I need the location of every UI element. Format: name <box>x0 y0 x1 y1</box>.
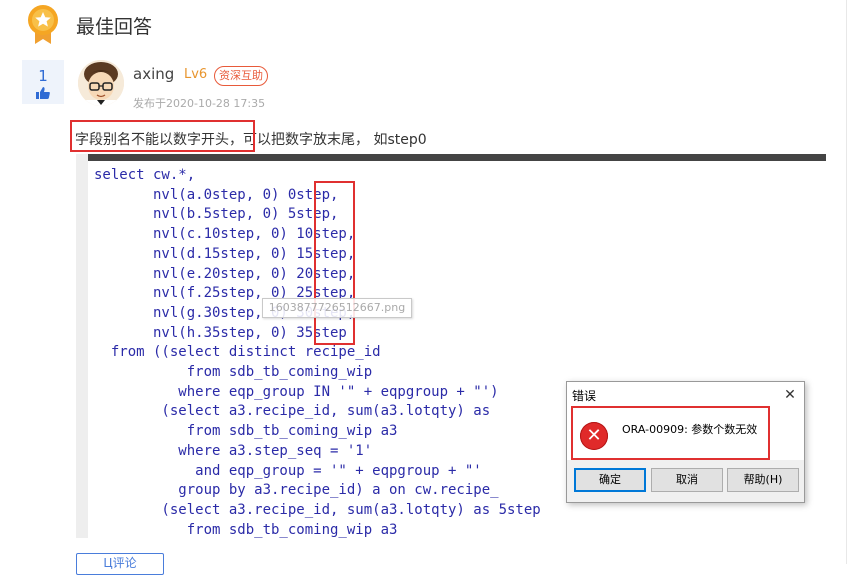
upvote-button[interactable]: 1 <box>22 60 64 104</box>
error-dialog: 错误 ✕ ✕ ORA-00909: 参数个数无效 确定 取消 帮助(H) <box>566 381 805 503</box>
code-line: where eqp_group IN '" + eqpgroup + "') <box>94 383 499 400</box>
code-line: from ((select distinct recipe_id <box>94 344 381 361</box>
code-line: where a3.step_seq = '1' <box>94 442 373 459</box>
cancel-button[interactable]: 取消 <box>651 468 723 492</box>
code-line: (select a3.recipe_id, sum(a3.lotqty) as <box>94 403 491 420</box>
close-icon[interactable]: ✕ <box>780 385 800 405</box>
user-avatar-icon <box>78 60 124 106</box>
thumbs-up-icon <box>36 87 50 99</box>
avatar[interactable] <box>78 60 124 106</box>
code-line: from sdb_tb_coming_wip a3 <box>94 521 398 538</box>
code-line: nvl(a.0step, 0) 0step, <box>94 186 339 203</box>
vote-count: 1 <box>38 67 48 85</box>
code-line: and eqp_group = '" + eqpgroup + "' <box>94 462 482 479</box>
dialog-titlebar: 错误 ✕ <box>567 382 804 408</box>
best-answer-medal-icon <box>28 5 58 44</box>
image-filename-tooltip: 1603877726512667.png <box>262 298 412 318</box>
user-level: Lv6 <box>184 67 208 82</box>
best-answer-title: 最佳回答 <box>76 16 153 38</box>
code-line: from sdb_tb_coming_wip <box>94 364 373 380</box>
user-badge: 资深互助 <box>214 66 268 86</box>
code-screenshot-top-border <box>76 154 826 161</box>
highlight-box-error <box>571 406 770 460</box>
code-line: (select a3.recipe_id, sum(a3.lotqty) as … <box>94 501 541 518</box>
comment-button[interactable]: Ц评论 <box>76 553 164 575</box>
code-line: nvl(b.5step, 0) 5step, <box>94 206 339 223</box>
content-right-border <box>846 0 847 564</box>
code-line: select cw.*, <box>94 167 196 183</box>
username[interactable]: axing <box>133 65 174 83</box>
ok-button[interactable]: 确定 <box>574 468 646 492</box>
highlight-box-aliases <box>314 181 355 345</box>
answer-text-rest: ，可以把数字放末尾， 如step0 <box>229 132 427 148</box>
highlight-box-answer <box>70 120 255 152</box>
code-screenshot-gutter <box>76 154 88 538</box>
dialog-title: 错误 <box>572 389 597 403</box>
post-time: 发布于2020-10-28 17:35 <box>133 97 266 110</box>
help-button[interactable]: 帮助(H) <box>727 468 799 492</box>
code-line: from sdb_tb_coming_wip a3 <box>94 423 398 440</box>
code-line: nvl(h.35step, 0) 35step <box>94 324 347 341</box>
